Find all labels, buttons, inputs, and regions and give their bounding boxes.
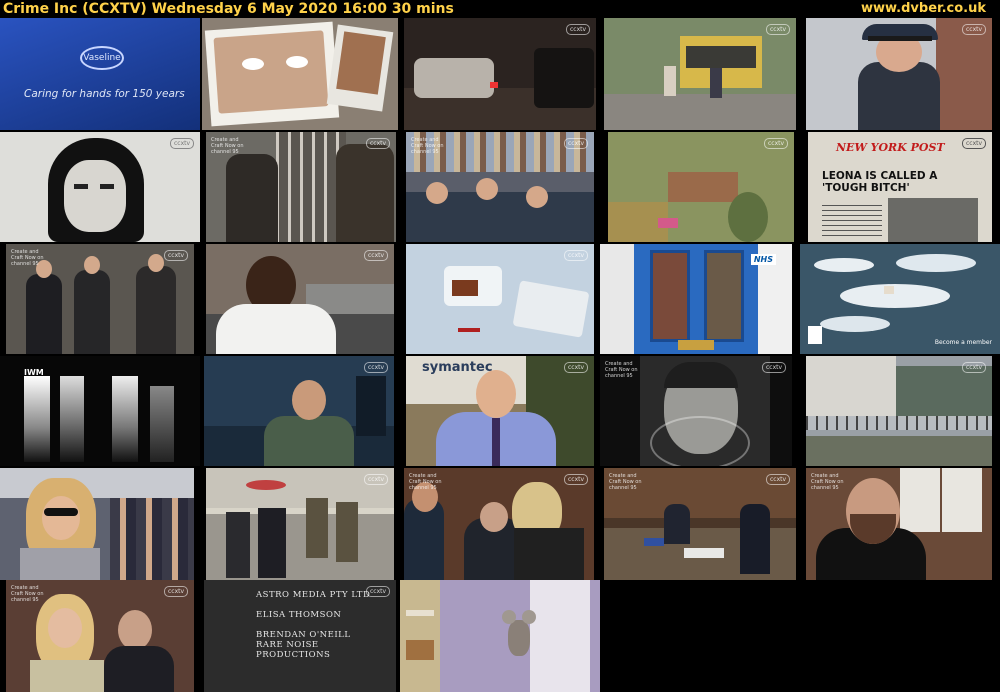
thumbnail-police-officer[interactable]: ccxtv (806, 18, 992, 130)
vaseline-slogan: Caring for hands for 150 years (24, 88, 185, 100)
watermark: ccxtv (962, 362, 986, 373)
thumbnail-market-kiosk[interactable]: ccxtv (604, 18, 796, 130)
watermark: ccxtv (766, 474, 790, 485)
channel-note: Create and Craft Now on channel 95 (811, 473, 844, 491)
thumbnail-courtroom-table[interactable]: Create and Craft Now on channel 95 ccxtv (604, 468, 796, 580)
credit-line-2: ELISA THOMSON (256, 610, 342, 620)
thumbnail-man-at-computer[interactable]: ccxtv (204, 356, 394, 466)
site-url[interactable]: www.dvber.co.uk (861, 0, 986, 18)
thumbnail-crowded-cell[interactable]: Create and Craft Now on channel 95 ccxtv (406, 132, 594, 242)
channel-note: Create and Craft Now on channel 95 (11, 249, 44, 267)
wwf-caption: Become a member (934, 339, 992, 346)
watermark: ccxtv (766, 24, 790, 35)
thumbnail-men-in-suits-walking[interactable]: Create and Craft Now on channel 95 ccxtv (6, 244, 194, 354)
channel-note: Create and Craft Now on channel 95 (609, 473, 642, 491)
watermark: ccxtv (564, 474, 588, 485)
watermark: ccxtv (962, 138, 986, 149)
thumbnail-aerial-estate[interactable]: ccxtv (608, 132, 794, 242)
watermark: ccxtv (764, 138, 788, 149)
thumbnail-mouse-on-shelf[interactable] (400, 580, 600, 692)
thumbnail-courtroom-suits[interactable]: Create and Craft Now on channel 95 ccxtv (404, 468, 594, 580)
thumbnail-escorted-walkway[interactable]: ccxtv (206, 468, 394, 580)
watermark: ccxtv (164, 586, 188, 597)
watermark: ccxtv (366, 138, 390, 149)
header-bar: Crime Inc (CCXTV) Wednesday 6 May 2020 1… (0, 0, 1000, 18)
watermark: ccxtv (164, 250, 188, 261)
thumbnail-black-white-face[interactable]: Create and Craft Now on channel 95 ccxtv (600, 356, 792, 466)
newspaper-headline: LEONA IS CALLED A 'TOUGH BITCH' (822, 170, 938, 194)
watermark: ccxtv (366, 586, 390, 597)
watermark: ccxtv (364, 250, 388, 261)
watermark: ccxtv (364, 474, 388, 485)
channel-note: Create and Craft Now on channel 95 (11, 585, 44, 603)
thumbnail-end-credits[interactable]: ASTRO MEDIA PTY LTD ELISA THOMSON BRENDA… (204, 580, 396, 692)
thumbnail-prison-yard[interactable]: ccxtv (806, 356, 992, 466)
thumbnail-blue-door[interactable]: NHS (600, 244, 792, 354)
thumbnail-polar-bear-ice[interactable]: Become a member (800, 244, 1000, 354)
thumbnail-man-white-tshirt[interactable]: ccxtv (206, 244, 394, 354)
watermark: ccxtv (564, 250, 588, 261)
watermark: ccxtv (566, 24, 590, 35)
watermark: ccxtv (170, 138, 194, 149)
thumbnail-polaroid-photos[interactable] (202, 18, 398, 130)
programme-title: Crime Inc (CCXTV) Wednesday 6 May 2020 1… (3, 1, 454, 17)
thumbnail-bearded-judge[interactable]: Create and Craft Now on channel 95 (806, 468, 992, 580)
vaseline-logo: Vaseline (80, 46, 124, 70)
thumbnail-vaseline-ad[interactable]: Vaseline Caring for hands for 150 years (0, 18, 200, 130)
thumbnail-iwm-lights[interactable]: IWM (0, 356, 200, 466)
thumbnail-symantec-speaker[interactable]: symantec ccxtv (406, 356, 594, 466)
thumbnail-prison-bars-men[interactable]: Create and Craft Now on channel 95 ccxtv (206, 132, 396, 242)
nhs-logo: NHS (750, 254, 776, 265)
thumbnail-blonde-celebrity[interactable] (0, 468, 194, 580)
thumbnail-night-street-car[interactable]: ccxtv (404, 18, 596, 130)
credit-line-4: RARE NOISE PRODUCTIONS (256, 640, 331, 660)
credits-block: ASTRO MEDIA PTY LTD ELISA THOMSON BRENDA… (256, 590, 396, 660)
credit-line-3: BRENDAN O'NEILL (256, 630, 351, 640)
thumbnail-blonde-courtroom[interactable]: Create and Craft Now on channel 95 ccxtv (6, 580, 194, 692)
watermark: ccxtv (564, 362, 588, 373)
watermark: ccxtv (762, 362, 786, 373)
watermark: ccxtv (564, 138, 588, 149)
thumbnail-newspaper-clipping[interactable]: NEW YORK POST LEONA IS CALLED A 'TOUGH B… (808, 132, 992, 242)
channel-note: Create and Craft Now on channel 95 (211, 137, 244, 155)
watermark: ccxtv (364, 362, 388, 373)
symantec-logo: symantec (422, 360, 493, 375)
channel-note: Create and Craft Now on channel 95 (409, 473, 442, 491)
thumbnail-device-on-table[interactable]: ccxtv (406, 244, 594, 354)
channel-note: Create and Craft Now on channel 95 (411, 137, 444, 155)
watermark: ccxtv (962, 24, 986, 35)
thumbnail-sketch-portrait[interactable]: ccxtv (0, 132, 200, 242)
newspaper-masthead: NEW YORK POST (836, 141, 945, 154)
channel-note: Create and Craft Now on channel 95 (605, 361, 638, 379)
